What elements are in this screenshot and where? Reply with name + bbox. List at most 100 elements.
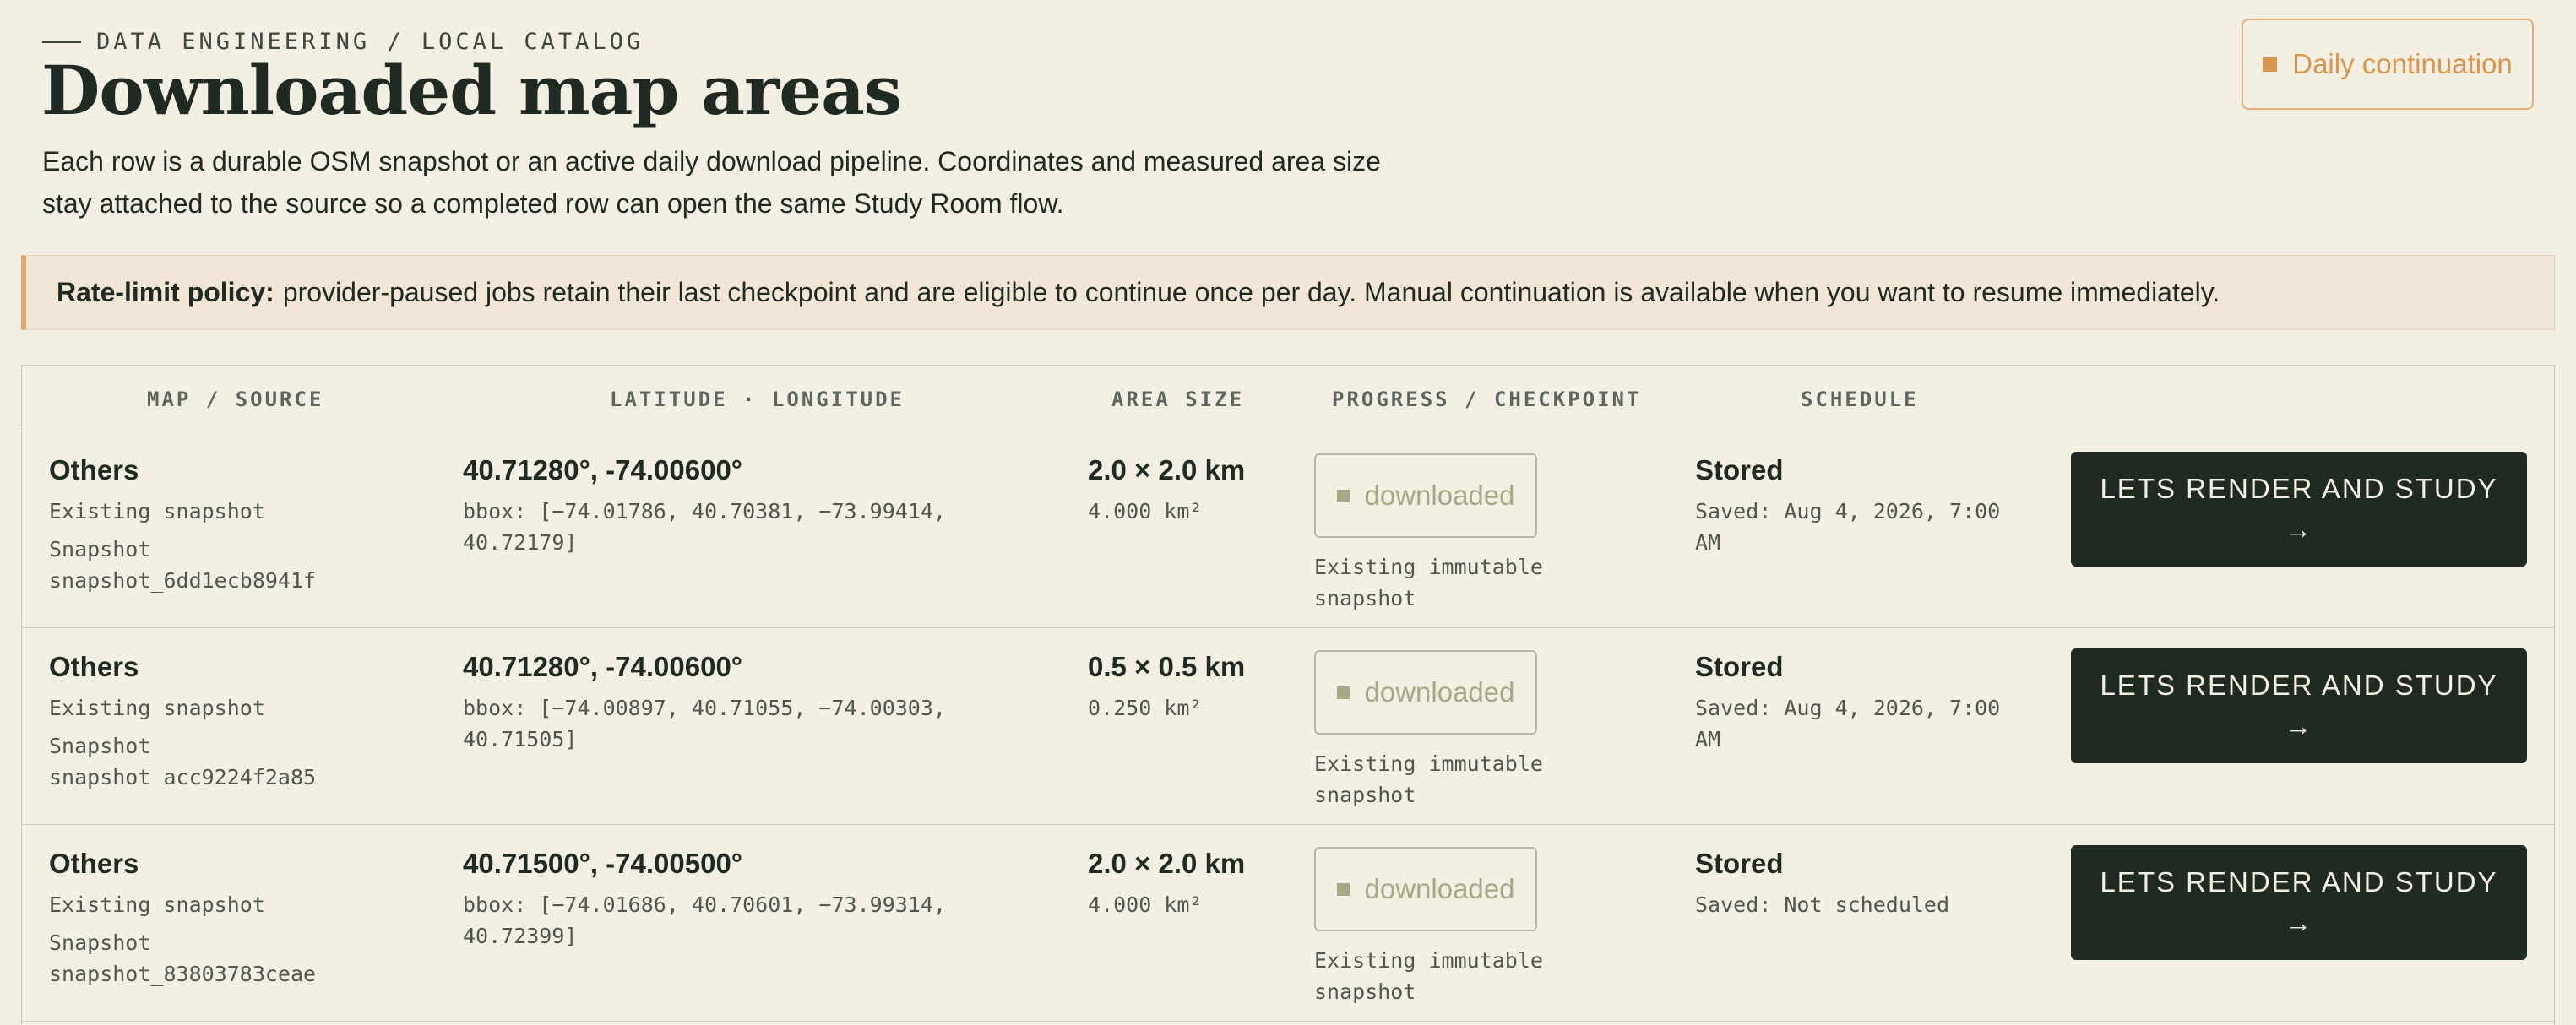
bbox: bbox: [−74.01786, 40.70381, −73.99414, 4… — [463, 496, 986, 558]
status-badge: downloaded — [1314, 453, 1537, 538]
square-icon — [1336, 882, 1350, 896]
page: DATA ENGINEERING / LOCAL CATALOG Downloa… — [0, 0, 2576, 1025]
schedule-status: Stored — [1695, 848, 1784, 879]
saved-at: Saved: Not scheduled — [1695, 889, 2067, 920]
area-cell: 2.0 × 2.0 km 4.000 km² — [1088, 848, 1282, 920]
map-name: Others — [49, 454, 139, 485]
map-name: Others — [49, 848, 139, 879]
lat-lon: 40.71500°, -74.00500° — [463, 848, 742, 879]
snapshot-ref: Snapshot snapshot_83803783ceae — [49, 927, 437, 990]
status-label: downloaded — [1364, 873, 1515, 904]
eyebrow-rule — [42, 41, 81, 43]
checkpoint: Existing immutable snapshot — [1314, 748, 1568, 811]
area-cell: 2.0 × 2.0 km 4.000 km² — [1088, 454, 1282, 527]
policy-label: Rate-limit policy: — [57, 277, 274, 307]
area-dimensions: 0.5 × 0.5 km — [1088, 651, 1246, 682]
page-title: Downloaded map areas — [41, 51, 902, 130]
daily-continuation-label: Daily continuation — [2292, 48, 2513, 79]
saved-line-2: AM — [1695, 530, 1721, 555]
bbox-line-2: 40.72399] — [463, 924, 578, 948]
schedule-cell: Stored Saved: Aug 4, 2026, 7:00 AM — [1695, 651, 2067, 755]
snapshot-ref: Snapshot snapshot_acc9224f2a85 — [49, 730, 437, 793]
table-row: Others Existing snapshot Snapshot snapsh… — [22, 431, 2554, 628]
source-type: Existing snapshot — [49, 892, 265, 917]
checkpoint: Existing immutable snapshot — [1314, 551, 1568, 614]
area-km2: 4.000 km² — [1088, 499, 1203, 523]
saved-line-2: AM — [1695, 727, 1721, 751]
table-header: MAP / SOURCE LATITUDE · LONGITUDE AREA S… — [22, 366, 2554, 431]
checkpoint-line-2: snapshot — [1314, 979, 1416, 1004]
checkpoint-line-2: snapshot — [1314, 586, 1416, 610]
saved-line-1: Saved: Aug 4, 2026, 7:00 — [1695, 696, 2001, 720]
saved-line-1: Saved: Not scheduled — [1695, 892, 1950, 917]
rate-limit-policy-banner: Rate-limit policy: provider-paused jobs … — [21, 255, 2555, 330]
area-cell: 0.5 × 0.5 km 0.250 km² — [1088, 651, 1282, 724]
render-and-study-label: LETS RENDER AND STUDY — [2100, 670, 2498, 701]
render-and-study-label: LETS RENDER AND STUDY — [2100, 866, 2498, 898]
square-icon — [2263, 57, 2278, 72]
page-header: DATA ENGINEERING / LOCAL CATALOG Downloa… — [21, 0, 2555, 253]
status-badge: downloaded — [1314, 650, 1537, 735]
bbox-line-2: 40.71505] — [463, 727, 578, 751]
map-areas-table: MAP / SOURCE LATITUDE · LONGITUDE AREA S… — [21, 365, 2555, 1025]
arrow-right-icon: → — [2284, 513, 2314, 545]
snapshot-id: snapshot_83803783ceae — [49, 962, 317, 986]
progress-cell: downloaded Existing immutable snapshot — [1314, 847, 1568, 1007]
coordinates-cell: 40.71280°, -74.00600° bbox: [−74.01786, … — [463, 454, 986, 558]
area-km2: 4.000 km² — [1088, 892, 1203, 917]
schedule-cell: Stored Saved: Not scheduled — [1695, 848, 2067, 920]
bbox-line-2: 40.72179] — [463, 530, 578, 555]
render-and-study-button[interactable]: LETS RENDER AND STUDY → — [2071, 845, 2527, 960]
square-icon — [1336, 686, 1350, 699]
snapshot-label: Snapshot — [49, 734, 151, 758]
area-dimensions: 2.0 × 2.0 km — [1088, 848, 1246, 879]
snapshot-label: Snapshot — [49, 537, 151, 561]
source-type: Existing snapshot — [49, 499, 265, 523]
page-intro: Each row is a durable OSM snapshot or an… — [42, 140, 1478, 225]
checkpoint: Existing immutable snapshot — [1314, 945, 1568, 1007]
checkpoint-line-1: Existing immutable — [1314, 751, 1543, 776]
render-and-study-label: LETS RENDER AND STUDY — [2100, 473, 2498, 504]
schedule-status: Stored — [1695, 454, 1784, 485]
square-icon — [1336, 489, 1350, 502]
saved-at: Saved: Aug 4, 2026, 7:00 AM — [1695, 496, 2067, 558]
snapshot-ref: Snapshot snapshot_6dd1ecb8941f — [49, 534, 437, 596]
checkpoint-line-1: Existing immutable — [1314, 555, 1543, 579]
table-row: Others Existing snapshot Snapshot snapsh… — [22, 628, 2554, 825]
map-name: Others — [49, 651, 139, 682]
column-header-schedule: SCHEDULE — [1801, 388, 1919, 411]
column-header-area-size: AREA SIZE — [1111, 388, 1245, 411]
bbox-line-1: bbox: [−74.00897, 40.71055, −74.00303, — [463, 696, 946, 720]
lat-lon: 40.71280°, -74.00600° — [463, 651, 742, 682]
progress-cell: downloaded Existing immutable snapshot — [1314, 650, 1568, 811]
daily-continuation-button[interactable]: Daily continuation — [2242, 19, 2534, 110]
policy-text: provider-paused jobs retain their last c… — [282, 277, 2220, 307]
saved-line-1: Saved: Aug 4, 2026, 7:00 — [1695, 499, 2001, 523]
schedule-status: Stored — [1695, 651, 1784, 682]
coordinates-cell: 40.71280°, -74.00600° bbox: [−74.00897, … — [463, 651, 986, 755]
bbox: bbox: [−74.00897, 40.71055, −74.00303, 4… — [463, 692, 986, 755]
source-cell: Others Existing snapshot Snapshot snapsh… — [49, 651, 437, 793]
coordinates-cell: 40.71500°, -74.00500° bbox: [−74.01686, … — [463, 848, 986, 952]
intro-line-2: stay attached to the source so a complet… — [42, 188, 1064, 219]
arrow-right-icon: → — [2284, 907, 2314, 938]
checkpoint-line-1: Existing immutable — [1314, 948, 1543, 973]
bbox-line-1: bbox: [−74.01786, 40.70381, −73.99414, — [463, 499, 946, 523]
column-header-lat-lon: LATITUDE · LONGITUDE — [610, 388, 905, 411]
snapshot-id: snapshot_acc9224f2a85 — [49, 765, 317, 789]
snapshot-label: Snapshot — [49, 930, 151, 955]
bbox-line-1: bbox: [−74.01686, 40.70601, −73.99314, — [463, 892, 946, 917]
column-header-progress: PROGRESS / CHECKPOINT — [1332, 388, 1642, 411]
bbox: bbox: [−74.01686, 40.70601, −73.99314, 4… — [463, 889, 986, 952]
render-and-study-button[interactable]: LETS RENDER AND STUDY → — [2071, 452, 2527, 567]
saved-at: Saved: Aug 4, 2026, 7:00 AM — [1695, 692, 2067, 755]
area-dimensions: 2.0 × 2.0 km — [1088, 454, 1246, 485]
source-cell: Others Existing snapshot Snapshot snapsh… — [49, 848, 437, 990]
arrow-right-icon: → — [2284, 710, 2314, 741]
render-and-study-button[interactable]: LETS RENDER AND STUDY → — [2071, 648, 2527, 763]
status-label: downloaded — [1364, 480, 1515, 511]
snapshot-id: snapshot_6dd1ecb8941f — [49, 568, 317, 593]
progress-cell: downloaded Existing immutable snapshot — [1314, 453, 1568, 614]
column-header-map-source: MAP / SOURCE — [147, 388, 324, 411]
lat-lon: 40.71280°, -74.00600° — [463, 454, 742, 485]
